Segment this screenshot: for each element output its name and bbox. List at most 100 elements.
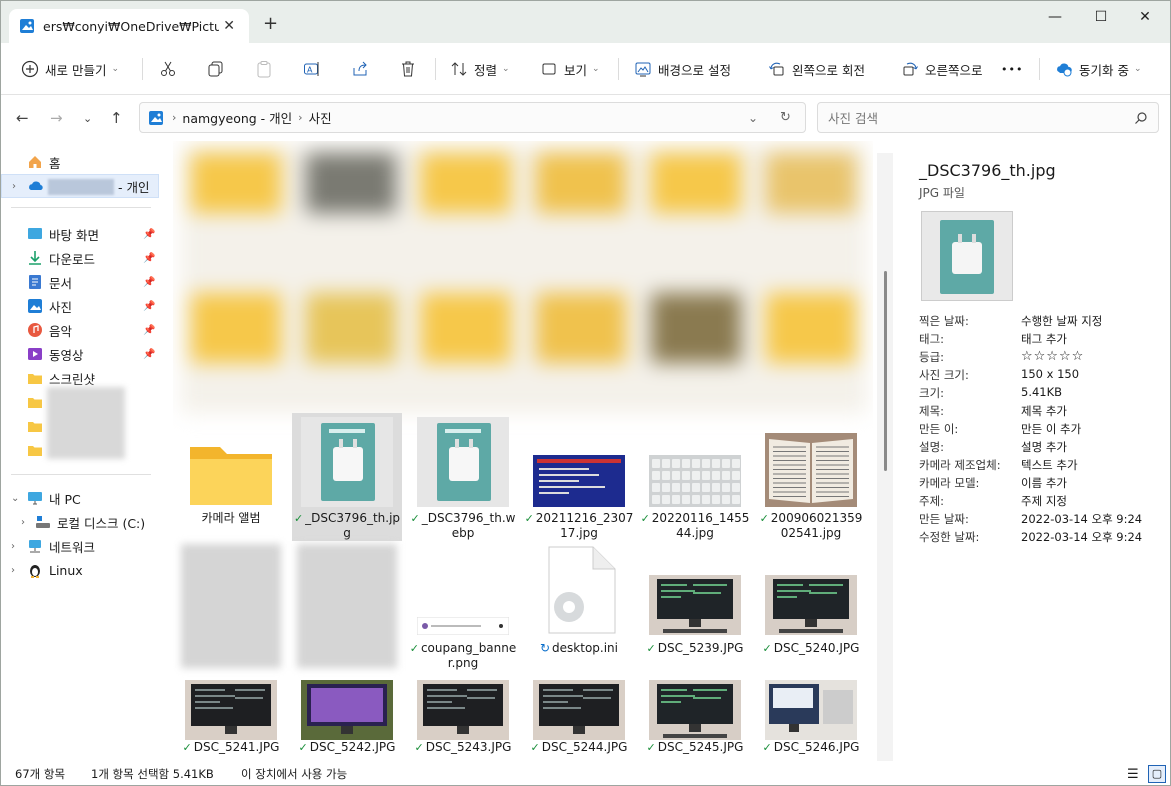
- breadcrumb-pictures[interactable]: 사진: [309, 108, 332, 127]
- file-item[interactable]: ✓ _DSC3796_th.webp: [408, 413, 518, 541]
- property-row: 카메라 제조업체: 텍스트 추가: [919, 457, 1169, 475]
- music-icon: [28, 323, 42, 337]
- search-input[interactable]: 사진 검색: [817, 102, 1159, 133]
- property-value[interactable]: 이름 추가: [1021, 475, 1067, 493]
- share-button[interactable]: [351, 56, 369, 82]
- file-item[interactable]: ✓ DSC_5244.JPG: [524, 678, 634, 761]
- close-tab-icon[interactable]: ✕: [219, 18, 239, 34]
- maximize-button[interactable]: ☐: [1078, 1, 1124, 33]
- scrollbar-thumb[interactable]: [884, 271, 887, 471]
- property-row: 태그: 태그 추가: [919, 331, 1169, 349]
- home-icon: [29, 156, 41, 168]
- file-name: ✓ DSC_5240.JPG: [756, 641, 866, 656]
- view-button[interactable]: 보기 ⌄: [540, 56, 600, 82]
- file-thumbnail: [185, 680, 277, 743]
- file-item[interactable]: ✓ DSC_5240.JPG: [756, 541, 866, 669]
- recent-locations-chevron-icon[interactable]: ⌄: [83, 112, 92, 125]
- synced-check-icon: ✓: [524, 512, 534, 525]
- new-button[interactable]: 새로 만들기 ⌄: [21, 56, 119, 82]
- set-background-button[interactable]: 배경으로 설정: [634, 56, 731, 82]
- file-item[interactable]: ✓ 20090602135902541.jpg: [756, 413, 866, 541]
- sidebar-item-local-disk[interactable]: › 로컬 디스크 (C:): [1, 510, 159, 534]
- file-item[interactable]: ✓ DSC_5241.JPG: [176, 678, 286, 761]
- property-value[interactable]: 설명 추가: [1021, 439, 1067, 457]
- file-name: ✓ DSC_5242.JPG: [292, 740, 402, 755]
- refresh-icon[interactable]: ↻: [780, 110, 791, 125]
- availability-status: 이 장치에서 사용 가능: [241, 767, 348, 781]
- property-value[interactable]: 5.41KB: [1021, 385, 1062, 403]
- file-item[interactable]: ✓ DSC_5242.JPG: [292, 678, 402, 761]
- sidebar-item-videos[interactable]: 동영상 📌: [1, 342, 159, 366]
- forward-arrow-icon[interactable]: →: [50, 109, 63, 127]
- file-name-text: DSC_5246.JPG: [773, 740, 860, 754]
- property-value[interactable]: 제목 추가: [1021, 403, 1067, 421]
- property-value[interactable]: 150 x 150: [1021, 367, 1079, 385]
- file-item[interactable]: ✓ DSC_5243.JPG: [408, 678, 518, 761]
- delete-button[interactable]: [399, 56, 417, 82]
- details-pane: _DSC3796_th.jpg JPG 파일 찍은 날짜: 수행한 날짜 지정 태그…: [899, 141, 1170, 761]
- copy-button[interactable]: [207, 56, 225, 82]
- address-history-chevron-icon[interactable]: ⌄: [748, 111, 758, 125]
- file-name-text: coupang_banner.png: [420, 641, 517, 670]
- sidebar-item-desktop[interactable]: 바탕 화면 📌: [1, 222, 159, 246]
- minimize-button[interactable]: —: [1032, 1, 1078, 33]
- onedrive-sync-icon: [1057, 63, 1072, 77]
- file-item[interactable]: ✓ DSC_5239.JPG: [640, 541, 750, 669]
- property-value[interactable]: 태그 추가: [1021, 331, 1067, 349]
- sidebar-item-network[interactable]: › 네트워크: [1, 534, 159, 558]
- more-options-button[interactable]: •••: [1001, 56, 1023, 82]
- close-button[interactable]: ✕: [1122, 1, 1168, 33]
- property-label: 수정한 날짜:: [919, 530, 980, 544]
- property-value[interactable]: 주제 지정: [1021, 493, 1067, 511]
- file-item[interactable]: ✓ 20220116_145544.jpg: [640, 413, 750, 541]
- sidebar-item-downloads[interactable]: 다운로드 📌: [1, 246, 159, 270]
- explorer-tab[interactable]: ers₩conyi₩OneDrive₩Pictures ✕: [9, 9, 249, 43]
- details-view-icon[interactable]: ☰: [1127, 767, 1139, 782]
- file-item[interactable]: ✓ DSC_5245.JPG: [640, 678, 750, 761]
- property-row: 수정한 날짜: 2022-03-14 오후 9:24: [919, 529, 1169, 547]
- new-tab-button[interactable]: +: [263, 13, 278, 34]
- chevron-down-icon: ⌄: [502, 64, 510, 74]
- file-item[interactable]: ✓ _DSC3796_th.jpg: [292, 413, 402, 541]
- property-value[interactable]: 텍스트 추가: [1021, 457, 1078, 475]
- thumbnail-view-icon[interactable]: ▢: [1148, 765, 1166, 783]
- sidebar-item-documents[interactable]: 문서 📌: [1, 270, 159, 294]
- rename-button[interactable]: A: [303, 56, 321, 82]
- cut-button[interactable]: [159, 56, 177, 82]
- file-thumbnail: [416, 616, 510, 638]
- vertical-scrollbar[interactable]: [877, 153, 893, 761]
- rotate-right-label: 오른쪽으로: [925, 62, 983, 78]
- breadcrumb-onedrive[interactable]: namgyeong - 개인: [182, 108, 292, 127]
- file-item[interactable]: ✓ coupang_banner.png: [408, 541, 518, 670]
- sidebar-item-linux[interactable]: › Linux: [1, 558, 159, 582]
- expand-chevron-icon: ›: [11, 540, 15, 552]
- property-value[interactable]: 2022-03-14 오후 9:24: [1021, 511, 1142, 529]
- address-bar[interactable]: › namgyeong - 개인 › 사진 ⌄ ↻: [139, 102, 806, 133]
- folder-item[interactable]: 카메라 앨범: [176, 413, 286, 541]
- sidebar-item-home[interactable]: 홈: [1, 150, 159, 174]
- up-arrow-icon[interactable]: ↑: [110, 109, 123, 127]
- rating-stars[interactable]: ☆☆☆☆☆: [1021, 349, 1084, 367]
- search-icon: [1135, 111, 1147, 124]
- property-value[interactable]: 2022-03-14 오후 9:24: [1021, 529, 1142, 547]
- file-item[interactable]: ↻ desktop.ini: [524, 541, 634, 669]
- file-item[interactable]: ✓ DSC_5246.JPG: [756, 678, 866, 761]
- rotate-right-button[interactable]: 오른쪽으로: [901, 56, 983, 82]
- file-view: 카메라 앨범 ✓ _DSC3796_th.jpg ✓ _DSC3796_th.webp ✓…: [173, 141, 873, 761]
- sidebar-item-pictures[interactable]: 사진 📌: [1, 294, 159, 318]
- sidebar-item-music[interactable]: 음악 📌: [1, 318, 159, 342]
- pictures-folder-icon: [149, 110, 163, 125]
- sort-button[interactable]: 정렬 ⌄: [450, 56, 510, 82]
- back-arrow-icon[interactable]: ←: [16, 109, 29, 127]
- sort-label: 정렬: [474, 62, 498, 78]
- file-item[interactable]: ✓ 20211216_230717.jpg: [524, 413, 634, 541]
- sidebar-item-onedrive[interactable]: › - 개인: [1, 174, 159, 198]
- rotate-left-button[interactable]: 왼쪽으로 회전: [768, 56, 865, 82]
- blurred-thumbnails: [181, 143, 867, 413]
- sidebar-item-this-pc[interactable]: ⌄ 내 PC: [1, 486, 159, 510]
- property-value[interactable]: 만든 이 추가: [1021, 421, 1081, 439]
- property-value[interactable]: 수행한 날짜 지정: [1021, 313, 1102, 331]
- paste-button[interactable]: [255, 56, 273, 82]
- sync-status-button[interactable]: 동기화 중 ⌄: [1055, 56, 1142, 82]
- pin-icon: 📌: [143, 324, 156, 336]
